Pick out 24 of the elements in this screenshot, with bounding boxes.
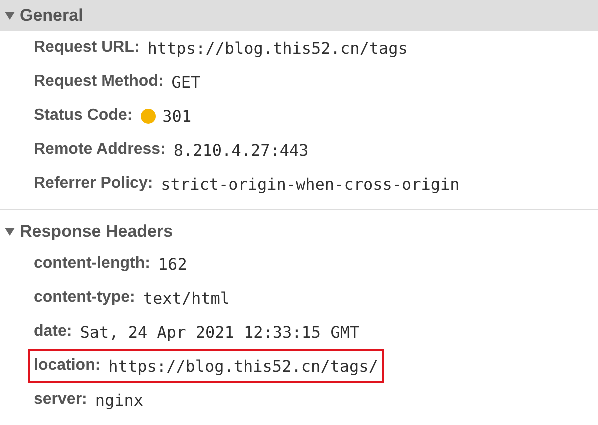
header-value: https://blog.this52.cn/tags/ [108, 356, 378, 376]
header-value: GET [172, 72, 201, 92]
header-value: strict-origin-when-cross-origin [161, 174, 460, 194]
header-name: Referrer Policy: [34, 175, 154, 193]
header-name: content-length: [34, 255, 150, 273]
section-header[interactable]: General [0, 0, 598, 31]
header-name: Request Method: [34, 73, 164, 91]
header-name: location: [34, 357, 101, 375]
header-name: Status Code: [34, 107, 133, 125]
collapse-triangle-icon [5, 10, 15, 20]
header-value: Sat, 24 Apr 2021 12:33:15 GMT [80, 322, 360, 342]
header-name: content-type: [34, 289, 136, 307]
header-value: 301 [162, 106, 192, 126]
header-name: date: [34, 323, 72, 341]
section-header[interactable]: Response Headers [0, 216, 598, 247]
header-name: server: [34, 391, 88, 409]
header-name: Remote Address: [34, 141, 166, 159]
header-value: nginx [95, 390, 144, 410]
header-name: Request URL: [34, 39, 140, 57]
header-value: 8.210.4.27:443 [174, 140, 309, 160]
header-value: 162 [158, 254, 188, 274]
header-value: https://blog.this52.cn/tags [148, 38, 408, 58]
collapse-triangle-icon [5, 226, 15, 236]
header-value: text/html [143, 288, 230, 308]
